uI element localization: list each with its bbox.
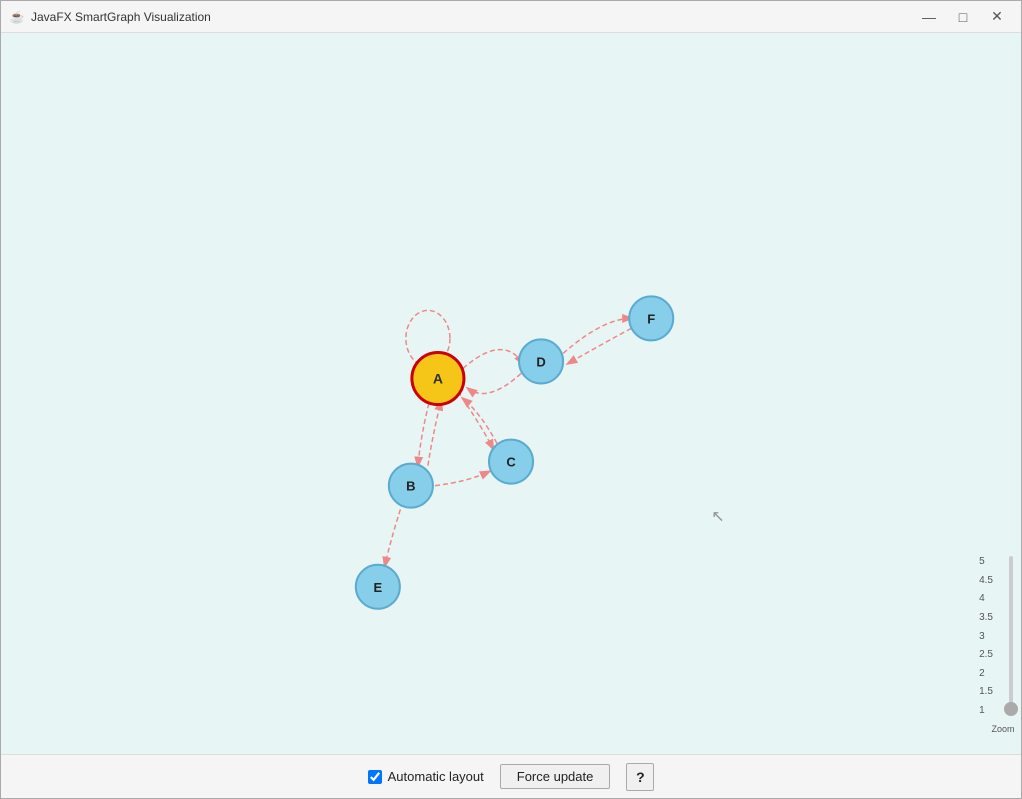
zoom-labels: 5 4.5 4 3.5 3 2.5 2 1.5 1 [979,556,993,716]
zoom-tick-4: 4 [979,593,993,604]
zoom-tick-2: 2 [979,668,993,679]
minimize-button[interactable]: — [913,3,945,31]
auto-layout-label[interactable]: Automatic layout [368,769,484,784]
app-icon: ☕ [9,9,25,25]
bottom-bar: Automatic layout Force update ? [1,754,1021,798]
window-controls: — □ ✕ [913,3,1013,31]
graph-area[interactable]: A B C D E F ↖ [1,33,985,754]
auto-layout-checkbox[interactable] [368,770,382,784]
zoom-container: 5 4.5 4 3.5 3 2.5 2 1.5 1 [993,556,1013,716]
zoom-tick-3: 3 [979,631,993,642]
zoom-label: Zoom [991,724,1014,734]
window-title: JavaFX SmartGraph Visualization [31,10,913,24]
help-button[interactable]: ? [626,763,654,791]
maximize-button[interactable]: □ [947,3,979,31]
title-bar: ☕ JavaFX SmartGraph Visualization — □ ✕ [1,1,1021,33]
svg-text:↖: ↖ [711,508,724,526]
main-content: A B C D E F ↖ [1,33,1021,754]
zoom-tick-5: 5 [979,556,993,567]
svg-text:D: D [536,354,545,369]
svg-text:F: F [647,311,655,326]
zoom-track[interactable] [1009,556,1013,716]
force-update-button[interactable]: Force update [500,764,611,789]
svg-text:B: B [406,479,415,494]
zoom-tick-1: 1 [979,705,993,716]
zoom-panel: 5 4.5 4 3.5 3 2.5 2 1.5 1 Zoom [985,33,1021,754]
zoom-tick-4-5: 4.5 [979,575,993,586]
svg-text:C: C [506,455,516,470]
zoom-tick-1-5: 1.5 [979,686,993,697]
graph-svg: A B C D E F ↖ [1,33,985,754]
zoom-tick-3-5: 3.5 [979,612,993,623]
svg-text:E: E [374,580,383,595]
auto-layout-text: Automatic layout [388,769,484,784]
zoom-thumb[interactable] [1004,702,1018,716]
zoom-tick-2-5: 2.5 [979,649,993,660]
main-window: ☕ JavaFX SmartGraph Visualization — □ ✕ [0,0,1022,799]
close-button[interactable]: ✕ [981,3,1013,31]
svg-text:A: A [433,370,443,386]
